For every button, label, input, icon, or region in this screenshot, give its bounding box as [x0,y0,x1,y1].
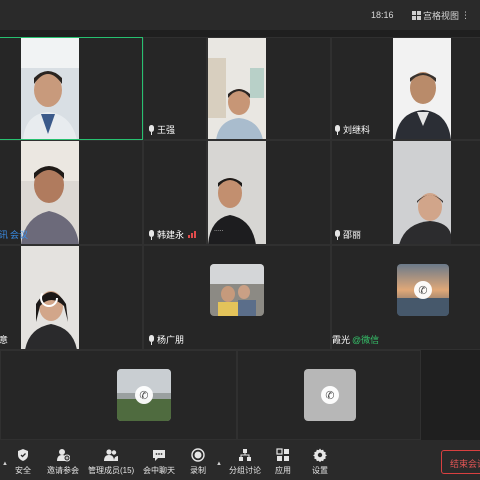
participant-video [208,38,266,139]
top-bar: 18:16 宫格视图 ⋮ [0,0,480,30]
video-tile-p13[interactable]: ✆ 霞光 @微信 [331,245,480,350]
participant-name: 韩建永 [148,228,197,241]
phone-icon: ✆ [321,386,339,404]
participant-video [393,141,451,244]
participant-name: 意 [0,333,8,346]
record-options-caret[interactable]: ▲ [216,461,222,467]
participant-name: 王强 [148,123,175,136]
toolbar-settings-button[interactable]: 设置 [312,448,328,476]
participant-video [21,246,79,349]
video-tile-p3[interactable] [207,37,331,140]
svg-text:·····: ····· [214,228,224,235]
toolbar-record-button[interactable]: 录制 [190,448,206,476]
mic-icon [148,124,155,135]
chat-icon [153,450,165,461]
mic-icon [148,334,155,345]
video-tile-p12[interactable]: 杨广朋 [143,245,331,350]
meeting-window: 18:16 宫格视图 ⋮ 王强 刘继科 会议 韩建永 ····· 邵丽 杨广朋 … [0,0,480,480]
clock: 18:16 [371,10,394,20]
end-meeting-button[interactable]: 结束会议 [441,450,480,474]
mic-icon [334,124,341,135]
participant-name: 杨广朋 [148,333,184,346]
grid-view-icon [412,11,421,20]
video-tile-p4[interactable]: 刘继科 [331,37,480,140]
participant-video [21,38,79,139]
video-tile-p6[interactable]: 讯会议 [0,140,143,245]
toolbar-chat-button[interactable]: 会中聊天 [143,448,175,476]
gear-icon [313,448,327,462]
video-tile-p14[interactable]: ✆ [0,350,237,440]
phone-icon: ✆ [414,281,432,299]
participant-name: 刘继科 [334,123,370,136]
toolbar-apps-button[interactable]: 应用 [275,448,291,476]
video-tile-p8[interactable]: ····· [207,140,331,245]
record-icon [191,448,205,462]
more-vertical-icon: ⋮ [461,10,471,20]
participant-name: 邵丽 [334,228,361,241]
video-tile-p11[interactable]: 意 [0,245,143,350]
breakout-icon [239,449,251,461]
participant-video [21,141,79,244]
toolbar-breakout-button[interactable]: 分组讨论 [229,448,261,476]
mic-icon [148,229,155,240]
video-tile-p1[interactable] [0,37,143,140]
participant-avatar [210,264,264,316]
shield-icon [18,449,28,461]
participant-name: 讯会议 [0,230,29,240]
toolbar-invite-button[interactable]: 邀请参会 [47,448,79,476]
members-icon [104,449,119,461]
phone-icon: ✆ [135,386,153,404]
video-tile-p9[interactable]: 邵丽 [331,140,480,245]
video-tile-p2[interactable]: 王强 [143,37,207,140]
participant-video: ····· [208,141,266,244]
chevron-up-icon[interactable]: ▲ [2,461,8,467]
mic-icon [334,229,341,240]
toolbar-members-button[interactable]: 管理成员(15) [88,448,134,476]
network-signal-icon [188,231,197,238]
video-tile-p15[interactable]: ✆ [237,350,421,440]
video-tile-p7[interactable]: 韩建永 [143,140,207,245]
toolbar-security-button[interactable]: 安全 [15,448,31,476]
apps-icon [276,448,289,461]
participant-video [393,38,451,139]
view-mode-button[interactable]: 宫格视图 ⋮ [412,9,470,22]
participant-name: 霞光 @微信 [332,335,380,345]
view-mode-label: 宫格视图 [423,11,460,21]
add-user-icon [57,449,70,462]
